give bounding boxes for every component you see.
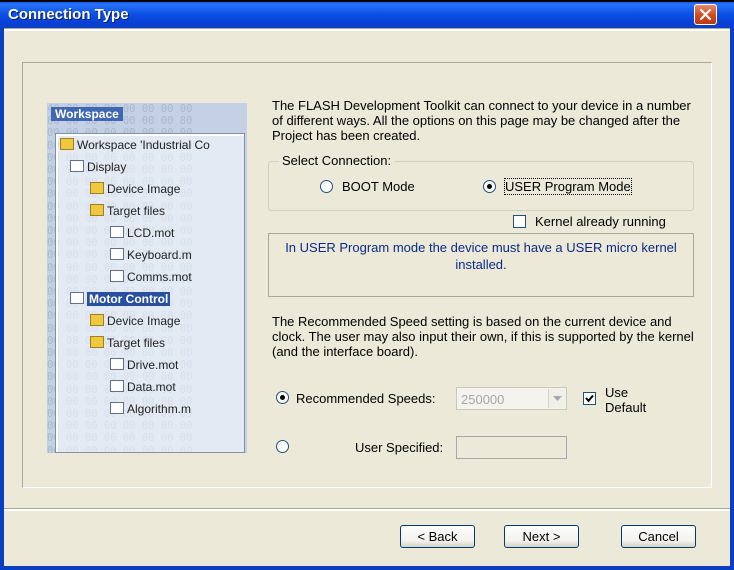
project-icon [70,292,84,304]
select-connection-legend: Select Connection: [279,153,395,168]
title-bar[interactable]: Connection Type [0,2,734,28]
file-icon [110,380,124,392]
folder-icon [90,182,104,194]
tree-item: Keyboard.m [110,248,192,262]
boot-mode-radio[interactable] [320,180,333,193]
workspace-title: Workspace [51,107,123,121]
recommended-speeds-value: 250000 [461,392,505,407]
file-icon [110,226,124,238]
user-specified-label[interactable]: User Specified: [355,440,443,455]
file-icon [110,402,124,414]
close-icon [699,8,712,21]
tree-item: Algorithm.m [110,402,191,416]
tree-item: Workspace 'Industrial Co [60,138,210,152]
workspace-tree: Workspace 'Industrial Co Display Device … [55,133,245,453]
recommended-speeds-label[interactable]: Recommended Speeds: [296,391,435,406]
workspace-illustration: 40 00 00 00 00 00 00 00 80 00 00 00 00 0… [47,103,247,453]
tree-item: LCD.mot [110,226,174,240]
bottom-border [0,566,734,570]
project-icon [70,160,84,172]
back-button[interactable]: < Back [400,525,475,548]
close-button[interactable] [694,4,717,25]
tree-item: Display [70,160,126,174]
footer-separator [4,508,730,511]
tree-item: Data.mot [110,380,176,394]
tree-item: Device Image [90,182,180,196]
tree-item: Comms.mot [110,270,192,284]
user-program-mode-label[interactable]: USER Program Mode [504,178,632,195]
recommended-speeds-dropdown[interactable]: 250000 [456,387,567,410]
file-icon [110,358,124,370]
tree-item: Target files [90,204,165,218]
user-program-mode-radio[interactable] [483,180,496,193]
info-box: In USER Program mode the device must hav… [268,233,694,297]
speed-explanation-text: The Recommended Speed setting is based o… [272,314,694,359]
next-button[interactable]: Next > [504,525,579,548]
tree-item: Target files [90,336,165,350]
chevron-down-icon [553,396,562,401]
use-default-label[interactable]: Use Default [605,385,665,415]
folder-icon [90,204,104,216]
cancel-button[interactable]: Cancel [621,525,696,548]
user-specified-radio[interactable] [276,440,289,453]
folder-icon [90,314,104,326]
dropdown-button[interactable] [548,389,565,408]
kernel-running-checkbox[interactable] [513,215,526,228]
file-icon [110,270,124,282]
user-specified-input[interactable] [456,436,567,459]
tree-item: Drive.mot [110,358,178,372]
kernel-running-label[interactable]: Kernel already running [535,214,666,229]
recommended-speeds-radio[interactable] [276,391,289,404]
use-default-checkbox[interactable] [583,392,596,405]
window-title: Connection Type [8,6,129,23]
intro-text: The FLASH Development Toolkit can connec… [272,98,691,143]
header-separator [4,28,730,31]
tree-item: Device Image [90,314,180,328]
boot-mode-label[interactable]: BOOT Mode [342,179,415,194]
tree-item: Motor Control [70,292,171,306]
folder-icon [90,336,104,348]
info-text: In USER Program mode the device must hav… [285,240,677,272]
workspace-icon [60,138,74,150]
file-icon [110,248,124,260]
checkmark-icon [585,394,594,403]
